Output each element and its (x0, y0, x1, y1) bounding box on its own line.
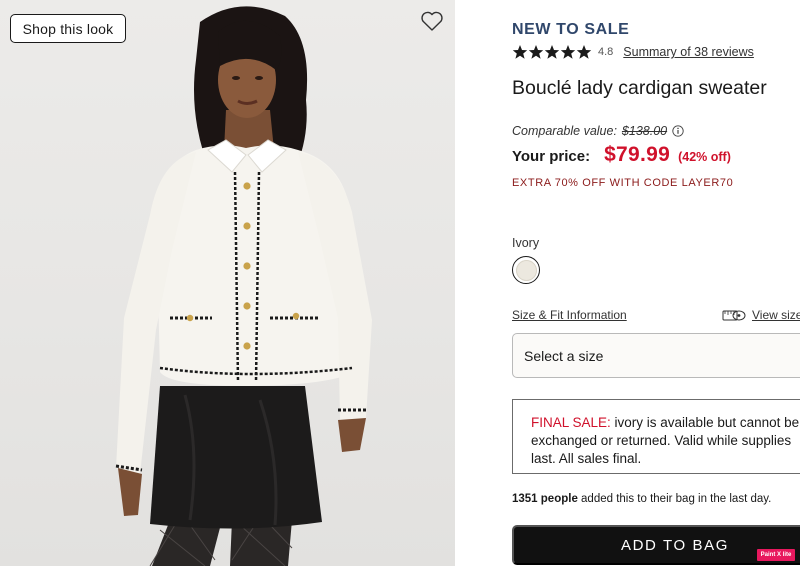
color-swatch-ivory[interactable] (512, 256, 540, 284)
product-title: Bouclé lady cardigan sweater (512, 77, 767, 99)
final-sale-label: FINAL SALE: (531, 415, 611, 430)
star-icon (576, 45, 592, 59)
size-info-row: Size & Fit Information View size (512, 308, 800, 324)
measuring-tape-icon (722, 310, 746, 321)
model-photo (115, 6, 372, 566)
final-sale-line-3: last. All sales final. (531, 451, 642, 466)
reviews-summary-link[interactable]: Summary of 38 reviews (623, 45, 754, 59)
star-icon (560, 45, 576, 59)
star-icon (528, 45, 544, 59)
swatch-fill (515, 259, 537, 281)
promo-code-text: EXTRA 70% OFF WITH CODE LAYER70 (512, 177, 734, 189)
price-row: Your price: $79.99 (42% off) (512, 143, 731, 167)
leather-skirt (150, 386, 322, 529)
comparable-value-row: Comparable value: $138.00 (512, 124, 684, 138)
paint-x-lite-badge[interactable]: Paint X lite (757, 549, 795, 561)
final-sale-line-1-text: ivory is available but cannot be (610, 415, 800, 430)
shop-this-look-button[interactable]: Shop this look (10, 14, 126, 43)
view-size-chart-link[interactable]: View size (752, 308, 800, 322)
final-sale-notice: FINAL SALE: ivory is available but canno… (512, 399, 800, 474)
info-icon[interactable] (672, 125, 684, 137)
size-select-placeholder: Select a size (524, 347, 604, 364)
star-icon (544, 45, 560, 59)
size-fit-info-link[interactable]: Size & Fit Information (512, 308, 627, 322)
rating-value: 4.8 (598, 46, 614, 58)
final-sale-line-2: exchanged or returned. Valid while suppl… (531, 433, 792, 448)
final-sale-line-1: FINAL SALE: ivory is available but canno… (531, 414, 800, 432)
your-price-label: Your price: (512, 148, 591, 165)
social-proof-count: 1351 people (512, 493, 578, 505)
color-label: Ivory (512, 236, 540, 250)
product-image[interactable]: Shop this look (0, 0, 455, 566)
star-icon (512, 45, 528, 59)
sale-price: $79.99 (604, 143, 671, 166)
comparable-price: $138.00 (621, 124, 668, 138)
star-rating (512, 44, 592, 60)
social-proof-text: 1351 people added this to their bag in t… (512, 493, 771, 505)
heart-outline-icon[interactable] (420, 10, 444, 32)
social-proof-message: added this to their bag in the last day. (577, 493, 772, 505)
rating-row: 4.8 Summary of 38 reviews (512, 44, 754, 60)
sale-badge: NEW TO SALE (512, 21, 630, 38)
product-details: NEW TO SALE 4.8 Summary of 38 reviews Bo… (512, 0, 800, 566)
size-select[interactable]: Select a size (512, 333, 800, 378)
percent-off: (42% off) (678, 150, 731, 164)
comparable-value-label: Comparable value: (512, 124, 617, 138)
